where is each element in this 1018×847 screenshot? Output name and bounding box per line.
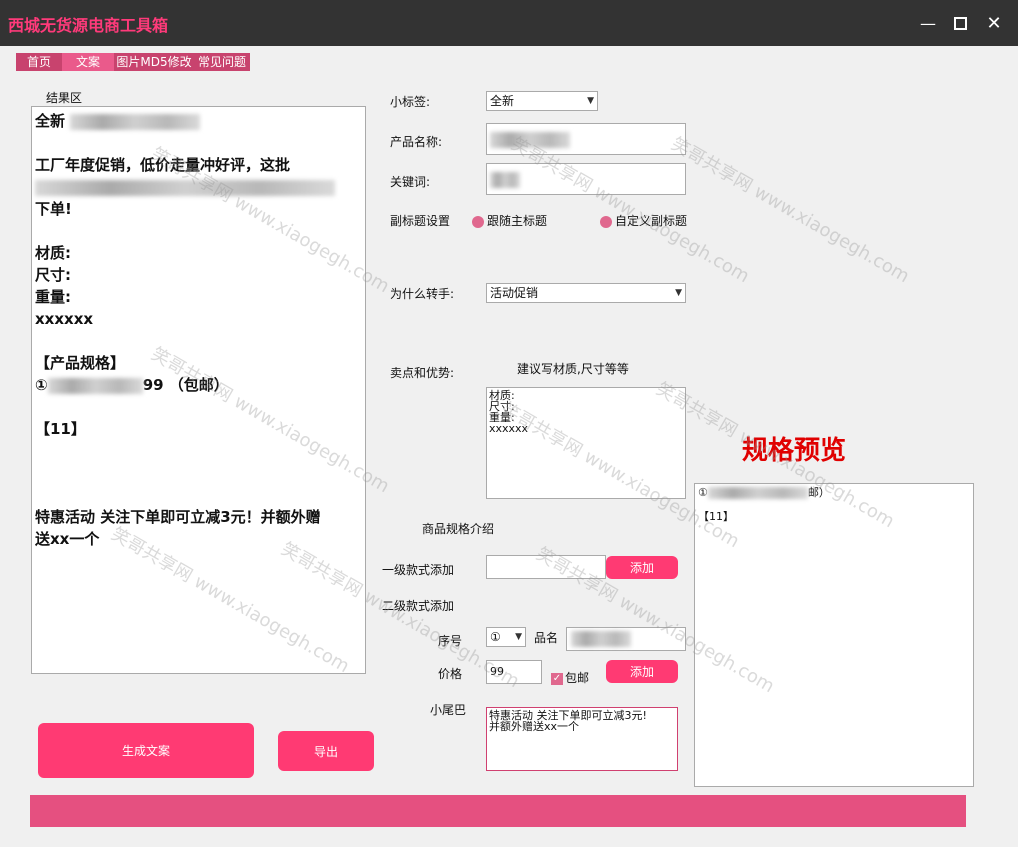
result-line: ① 99 （包邮） (35, 376, 229, 394)
result-line: 全新 (35, 110, 362, 132)
result-line (35, 132, 362, 154)
minimize-icon: — (920, 13, 936, 33)
reason-label: 为什么转手: (390, 287, 455, 301)
reason-select[interactable]: 活动促销 ▼ (486, 283, 686, 303)
tab-copywriting[interactable]: 文案 (62, 53, 114, 71)
result-textarea[interactable]: 全新 工厂年度促销，低价走量冲好评，这批 下单! 材质: 尺寸: 重量: xxx… (31, 106, 366, 674)
name-label: 品名 (534, 631, 559, 645)
keyword-label: 关键词: (390, 175, 431, 189)
app-title: 西城无货源电商工具箱 (8, 16, 169, 35)
result-line (35, 484, 362, 506)
result-line: 材质: (35, 244, 71, 262)
tab-home[interactable]: 首页 (16, 53, 62, 71)
generate-button[interactable]: 生成文案 (38, 723, 254, 778)
subtitle-custom-radio[interactable]: 自定义副标题 (600, 212, 687, 229)
selling-hint: 建议写材质,尺寸等等 (517, 362, 629, 376)
minimize-button[interactable]: — (914, 9, 942, 37)
maximize-icon (953, 16, 967, 30)
result-line (35, 462, 362, 484)
selling-textarea[interactable]: 材质: 尺寸: 重量: xxxxxx (486, 387, 686, 499)
chevron-down-icon: ▼ (515, 632, 522, 642)
maximize-button[interactable] (946, 9, 974, 37)
radio-icon (472, 215, 484, 228)
name-input[interactable] (566, 627, 686, 651)
product-name-input[interactable] (486, 123, 686, 155)
result-label: 结果区 (46, 91, 83, 105)
level1-add-button[interactable]: 添加 (606, 556, 678, 579)
result-line: xxxxxx (35, 310, 94, 328)
close-icon: ✕ (986, 12, 1002, 34)
product-name-label: 产品名称: (390, 135, 443, 149)
keyword-input[interactable] (486, 163, 686, 195)
seq-label: 序号 (438, 634, 463, 648)
radio-icon (600, 215, 612, 228)
result-line (35, 396, 362, 418)
chevron-down-icon: ▼ (587, 96, 594, 106)
subtitle-label: 副标题设置 (390, 214, 451, 228)
preview-line: ① 邮） (698, 486, 830, 499)
preview-textarea[interactable]: ① 邮） 【11】 (694, 483, 974, 787)
result-line: 重量: (35, 288, 71, 306)
tail-label: 小尾巴 (430, 703, 467, 717)
seq-select[interactable]: ① ▼ (486, 627, 526, 647)
progress-bar (30, 795, 966, 827)
result-line: 送xx一个 (35, 530, 100, 548)
result-line (35, 440, 362, 462)
result-line (35, 220, 362, 242)
result-line (35, 176, 362, 198)
small-tag-label: 小标签: (390, 95, 431, 109)
free-ship-checkbox[interactable]: ✓ 包邮 (551, 669, 589, 686)
result-line (35, 330, 362, 352)
result-line: 【产品规格】 (35, 354, 126, 372)
tab-image-md5[interactable]: 图片MD5修改 (114, 53, 194, 71)
result-line: 下单! (35, 200, 72, 218)
chevron-down-icon: ▼ (675, 288, 682, 298)
spec-intro-label: 商品规格介绍 (422, 522, 495, 536)
tab-bar: 首页 文案 图片MD5修改 常见问题 (16, 53, 250, 71)
result-line: 工厂年度促销，低价走量冲好评，这批 (35, 156, 291, 174)
export-button[interactable]: 导出 (278, 731, 374, 771)
preview-title: 规格预览 (742, 436, 847, 466)
level1-label: 一级款式添加 (382, 563, 455, 577)
tail-textarea[interactable]: 特惠活动 关注下单即可立减3元! 并额外赠送xx一个 (486, 707, 678, 771)
price-input[interactable]: 99 (486, 660, 542, 684)
price-label: 价格 (438, 667, 463, 681)
small-tag-select[interactable]: 全新 ▼ (486, 91, 598, 111)
tab-faq[interactable]: 常见问题 (194, 53, 250, 71)
result-line: 【11】 (35, 420, 86, 438)
close-button[interactable]: ✕ (980, 9, 1008, 37)
preview-line: 【11】 (698, 510, 734, 523)
checkbox-checked-icon: ✓ (551, 672, 563, 685)
result-line: 尺寸: (35, 266, 71, 284)
watermark: 笑哥共享网 www.xiaogegh.com (667, 133, 913, 288)
result-line: 特惠活动 关注下单即可立减3元！并额外赠 (35, 508, 321, 526)
level2-label: 二级款式添加 (382, 599, 455, 613)
selling-label: 卖点和优势: (390, 366, 455, 380)
level1-input[interactable] (486, 555, 606, 579)
level2-add-button[interactable]: 添加 (606, 660, 678, 683)
subtitle-follow-radio[interactable]: 跟随主标题 (472, 212, 547, 229)
